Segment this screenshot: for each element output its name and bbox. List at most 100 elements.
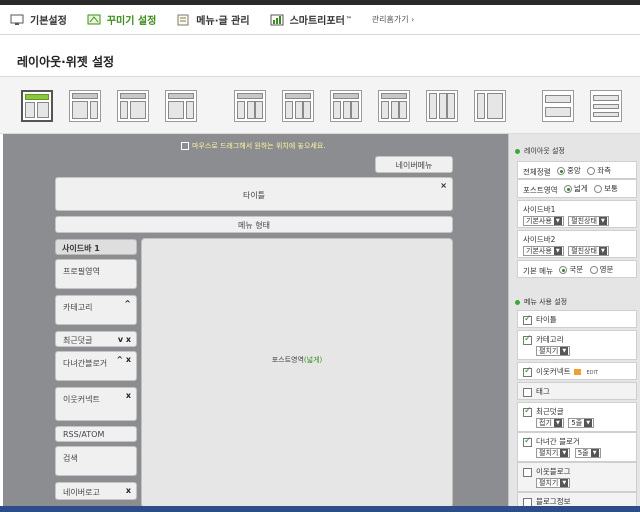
checkbox-icon[interactable] [523, 366, 532, 377]
layout-option-3[interactable] [117, 90, 149, 122]
nav-smart-reporter[interactable]: 스마트리포터 ™ [270, 12, 352, 27]
layout-option-4[interactable] [165, 90, 197, 122]
nav-decorate-settings[interactable]: 꾸미기 설정 [87, 12, 156, 27]
sidebar1-use-select[interactable]: 기본사용 ▼ [523, 216, 564, 226]
admin-home-link[interactable]: 관리홈가기 › [372, 14, 415, 25]
menu-item-category[interactable]: 카테고리 펼치기▼ [517, 330, 637, 360]
expand-close-icon[interactable]: v x [118, 335, 131, 344]
sidebar2-state-value: 펼친상태 [571, 247, 597, 255]
layout-option-10[interactable] [474, 90, 506, 122]
sidebar2-use-select[interactable]: 기본사용 ▼ [523, 246, 564, 256]
dropdown-arrow-icon: ▼ [560, 479, 569, 487]
align-option-left[interactable]: 좌측 [587, 165, 611, 176]
layout-option-1[interactable] [21, 90, 53, 122]
menu-item-recent-comments[interactable]: 최근덧글 접기▼ 5줄▼ [517, 402, 637, 432]
menu-item-neighbor-blog[interactable]: 이웃블로그 펼치기 ▼ [517, 462, 637, 492]
nav-decorate-settings-label: 꾸미기 설정 [106, 16, 157, 27]
nav-basic-settings-label: 기본설정 [30, 16, 67, 27]
sidebar-widget-neighbor-connect[interactable]: 이웃커넥트 x [55, 387, 137, 421]
edit-link[interactable]: EDIT [587, 370, 599, 376]
recent-comments-lines-select[interactable]: 5줄 ▼ [568, 418, 595, 428]
layout-option-6[interactable] [282, 90, 314, 122]
sidebar1-state-select[interactable]: 펼친상태 ▼ [568, 216, 609, 226]
neighbor-blog-mode-value: 펼치기 [539, 479, 559, 487]
layout-option-12[interactable] [590, 90, 622, 122]
sidebar-widget-category[interactable]: 카테고리 ^ [55, 295, 137, 325]
page-title: 레이아웃·위젯 설정 [17, 55, 115, 69]
notepad-icon [177, 14, 189, 25]
layout-option-5[interactable] [234, 90, 266, 122]
title-widget[interactable]: 타이틀 × [55, 177, 453, 211]
layout-option-11[interactable] [542, 90, 574, 122]
checkbox-icon[interactable] [523, 406, 532, 417]
sidebar-widget-label: 다녀간블로거 [63, 359, 108, 368]
top-nav: 기본설정 꾸미기 설정 메뉴·글 관리 스마트리포터 ™ 관리홈가기 › [0, 5, 640, 35]
layout-option-2[interactable] [69, 90, 101, 122]
menu-item-title[interactable]: 타이틀 [517, 310, 637, 328]
radio-icon [594, 184, 603, 193]
menu-item-visitors[interactable]: 다녀간 블로거 펼치기▼ 5줄▼ [517, 432, 637, 462]
menu-item-neighbor-connect[interactable]: 이웃커넥트 EDIT [517, 362, 637, 380]
menu-bar-widget[interactable]: 메뉴 형태 [55, 216, 453, 233]
visitors-lines-select[interactable]: 5줄 ▼ [574, 448, 601, 458]
layout-option-9[interactable] [426, 90, 458, 122]
chart-icon [270, 14, 284, 25]
naver-menu-widget[interactable]: 네이버메뉴 [375, 156, 453, 173]
post-option-wide[interactable]: 넓게 [563, 183, 588, 194]
sidebar-widget-recent-comments[interactable]: 최근덧글 v x [55, 331, 137, 347]
recent-comments-mode-select[interactable]: 접기 ▼ [536, 418, 564, 428]
basic-menu-option-english[interactable]: 영문 [589, 264, 614, 275]
sidebar-widget-profile[interactable]: 프로필영역 [55, 259, 137, 289]
dropdown-arrow-icon: ▼ [598, 247, 607, 255]
menu-item-tag[interactable]: 태그 [517, 382, 637, 400]
sidebar-widget-rss[interactable]: RSS/ATOM [55, 426, 137, 442]
nav-menu-post-manage[interactable]: 메뉴·글 관리 [176, 12, 250, 27]
checkbox-icon[interactable] [523, 314, 532, 325]
sidebar-widget-visitors[interactable]: 다녀간블로거 ^ x [55, 351, 137, 381]
category-mode-select[interactable]: 펼치기 ▼ [536, 346, 571, 356]
sidebar2-state-select[interactable]: 펼친상태 ▼ [568, 246, 609, 256]
post-option-normal[interactable]: 보통 [594, 183, 618, 194]
checkbox-icon[interactable] [523, 334, 532, 345]
nav-basic-settings[interactable]: 기본설정 [10, 12, 67, 27]
menu-item-label: 카테고리 [536, 335, 564, 344]
bullet-icon [515, 299, 520, 305]
settings-icon [573, 369, 581, 375]
basic-menu-option-english-label: 영문 [599, 265, 614, 274]
close-icon[interactable]: x [126, 391, 131, 400]
radio-icon [563, 184, 572, 193]
close-icon[interactable]: × [440, 181, 447, 190]
checkbox-icon[interactable] [523, 436, 532, 447]
sidebar-widget-label: 검색 [63, 454, 78, 463]
layout-option-8[interactable] [378, 90, 410, 122]
align-option-center[interactable]: 중앙 [557, 165, 581, 176]
post-width-row: 포스트영역 넓게 보통 [517, 179, 637, 198]
post-option-wide-label: 넓게 [573, 184, 588, 193]
basic-menu-row: 기본 메뉴 국문 영문 [517, 260, 637, 278]
align-row: 전체정렬 중앙 좌측 [517, 161, 637, 179]
sidebar-widget-naver-logo[interactable]: 네이버로고 x [55, 482, 137, 500]
sidebar1-header: 사이드바 1 [55, 239, 137, 255]
sidebar1-state-value: 펼친상태 [571, 217, 597, 225]
visitors-mode-select[interactable]: 펼치기 ▼ [536, 448, 571, 458]
dropdown-arrow-icon: ▼ [560, 347, 569, 355]
layout-option-7[interactable] [330, 90, 362, 122]
checkbox-icon[interactable] [523, 387, 532, 397]
dropdown-arrow-icon: ▼ [590, 449, 599, 457]
collapse-close-icon[interactable]: ^ x [116, 355, 131, 364]
neighbor-blog-mode-select[interactable]: 펼치기 ▼ [536, 478, 571, 488]
naver-menu-label: 네이버메뉴 [395, 161, 433, 170]
visitors-lines-value: 5줄 [577, 449, 589, 457]
collapse-icon[interactable]: ^ [124, 299, 131, 308]
sidebar-widget-search[interactable]: 검색 [55, 446, 137, 476]
visitors-mode-value: 펼치기 [539, 449, 559, 457]
post-width-label: 포스트영역 [523, 185, 558, 195]
basic-menu-option-korean[interactable]: 국문 [559, 264, 583, 275]
dropdown-arrow-icon: ▼ [584, 419, 593, 427]
checkbox-icon[interactable] [523, 467, 532, 477]
trademark-symbol: ™ [345, 16, 352, 23]
close-icon[interactable]: x [126, 486, 131, 495]
dropdown-arrow-icon: ▼ [553, 247, 562, 255]
dropdown-arrow-icon: ▼ [553, 419, 562, 427]
post-area-widget[interactable]: 포스트영역(넓게) [141, 238, 453, 508]
